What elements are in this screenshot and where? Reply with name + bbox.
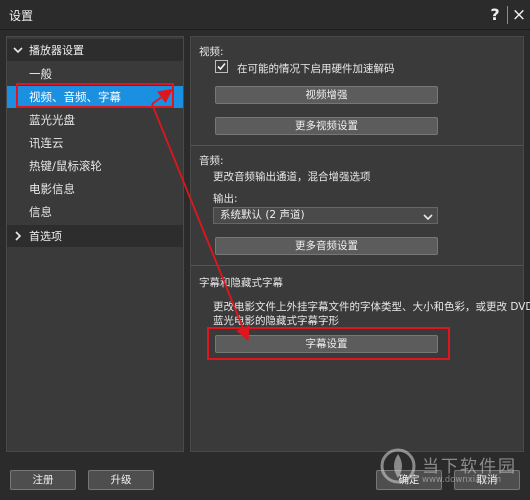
arrow-to-sidebar-item <box>151 88 173 105</box>
arrow-to-subtitle-button <box>151 103 250 342</box>
annotation-arrows <box>151 88 250 342</box>
